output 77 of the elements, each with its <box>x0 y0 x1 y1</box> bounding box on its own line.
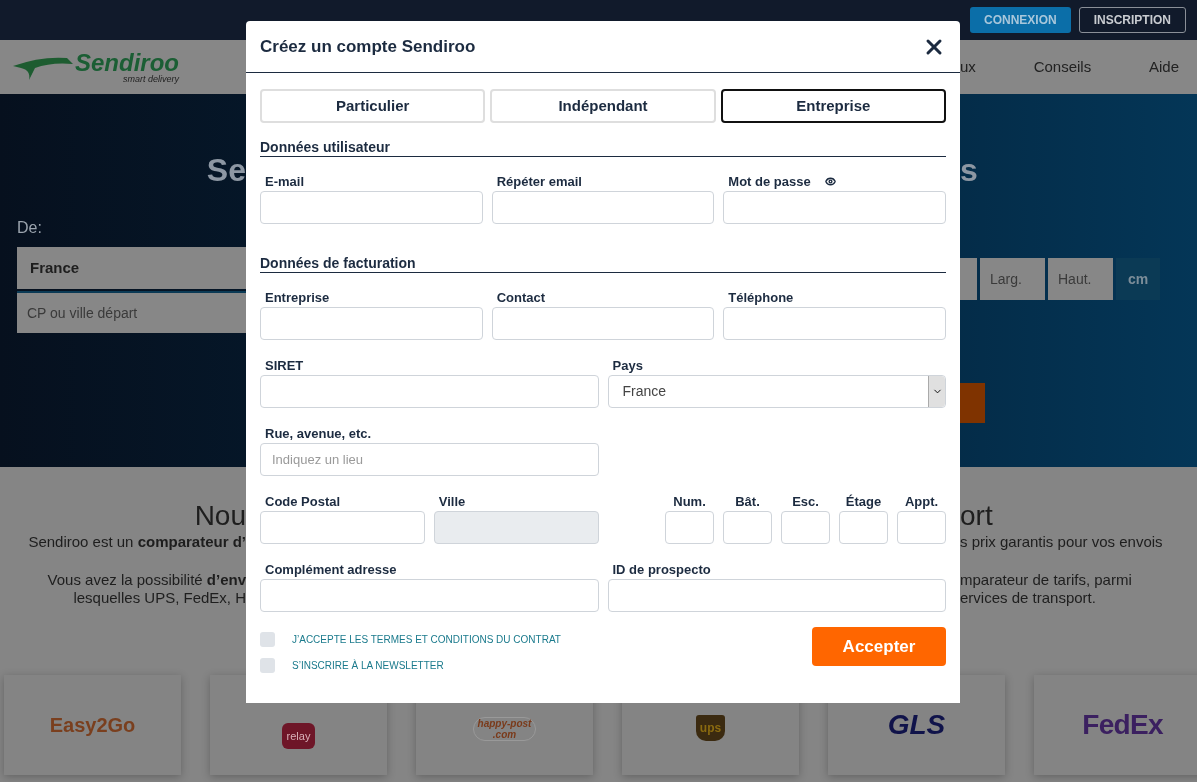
unit-label: cm <box>1116 258 1160 300</box>
field-label: Entreprise <box>264 289 331 306</box>
hero-heading: Se <box>206 152 246 188</box>
section-text: mparateur de tarifs, parmi <box>960 571 1132 588</box>
partner-logo: ups <box>695 715 726 741</box>
partner-logo: relay <box>281 722 316 750</box>
field-label: Rue, avenue, etc. <box>264 425 373 442</box>
input-field[interactable] <box>491 191 715 224</box>
field-label: SIRET <box>264 357 305 374</box>
input-field[interactable] <box>260 579 599 612</box>
partner-logo: Easy2Go <box>49 713 136 738</box>
section-text: Vous avez la possibilité d’env <box>47 571 246 588</box>
field-label: Bât. <box>734 493 761 510</box>
field-label: Contact <box>495 289 547 306</box>
field-label: Ville <box>437 493 467 510</box>
input-field[interactable] <box>839 511 888 544</box>
field-label: Num. <box>672 493 707 510</box>
input-field[interactable] <box>665 511 714 544</box>
account-type-tab[interactable]: Entreprise <box>720 89 946 123</box>
nav-link[interactable]: Conseils <box>1033 55 1092 79</box>
field-label: Mot de passe <box>727 173 811 190</box>
logo-text: Sendiroo <box>75 50 179 75</box>
field-label: Répéter email <box>495 173 582 190</box>
field-label: Complément adresse <box>264 561 398 578</box>
checkbox[interactable] <box>260 632 275 647</box>
checkbox[interactable] <box>260 658 275 673</box>
field-label: E-mail <box>264 173 304 190</box>
section-text: s prix garantis pour vos envois <box>960 533 1163 550</box>
country-select[interactable]: France <box>607 375 946 408</box>
accept-button[interactable]: Accepter <box>812 627 946 666</box>
section-heading: Données utilisateur <box>260 139 390 155</box>
dimension-field[interactable]: Larg. <box>980 258 1045 300</box>
section-text: ervices de transport. <box>960 589 1096 606</box>
input-field[interactable] <box>781 511 830 544</box>
input-field[interactable] <box>607 579 946 612</box>
field-label: Appt. <box>903 493 940 510</box>
country-select[interactable]: France <box>30 256 80 280</box>
nav-link[interactable]: Aide <box>1148 55 1179 79</box>
field-label: Code Postal <box>264 493 342 510</box>
dialog-title: Créez un compte Sendiroo <box>260 35 476 58</box>
hero-heading: s <box>960 152 978 188</box>
section-title: Nou <box>194 500 246 531</box>
section-title: ort <box>960 500 993 531</box>
partner-logo: GLS <box>887 708 946 742</box>
length-field[interactable] <box>960 258 977 300</box>
field-label: ID de prospecto <box>611 561 712 578</box>
section-heading: Données de facturation <box>260 255 416 271</box>
input-field[interactable] <box>260 375 599 408</box>
partner-logo: FedEx <box>1082 708 1163 742</box>
field-label: Esc. <box>791 493 820 510</box>
from-label: De: <box>17 219 42 236</box>
input-field[interactable] <box>723 191 946 224</box>
eye-icon[interactable] <box>824 176 836 187</box>
checkbox-label: J’ACCEPTE LES TERMES ET CONDITIONS DU CONTRAT <box>292 633 561 647</box>
checkbox-label: S’INSCRIRE À LA NEWSLETTER <box>292 658 444 673</box>
dimension-field[interactable]: Haut. <box>1048 258 1113 300</box>
nav-link[interactable]: ux <box>960 55 976 79</box>
search-button[interactable] <box>960 383 985 423</box>
input-field[interactable] <box>260 191 483 224</box>
header-button[interactable]: CONNEXION <box>969 7 1071 33</box>
section-text: Sendiroo est un comparateur d’ <box>28 533 246 550</box>
field-label: Étage <box>844 493 883 510</box>
section-text: lesquelles UPS, FedEx, H <box>73 589 246 606</box>
input-field[interactable] <box>723 511 772 544</box>
chevron-down-icon <box>928 376 945 407</box>
input-field[interactable] <box>897 511 946 544</box>
logo-tagline: smart delivery <box>123 74 179 84</box>
input-field[interactable] <box>491 307 715 340</box>
account-type-tab[interactable]: Particulier <box>260 89 486 123</box>
input-field[interactable] <box>260 511 425 544</box>
account-type-tab[interactable]: Indépendant <box>490 89 716 123</box>
field-label: Pays <box>611 357 644 374</box>
input-field[interactable] <box>260 307 483 340</box>
field-label: Téléphone <box>727 289 795 306</box>
header-button[interactable]: INSCRIPTION <box>1078 7 1186 33</box>
input-field[interactable] <box>723 307 946 340</box>
input-field[interactable]: Indiquez un lieu <box>260 443 599 476</box>
